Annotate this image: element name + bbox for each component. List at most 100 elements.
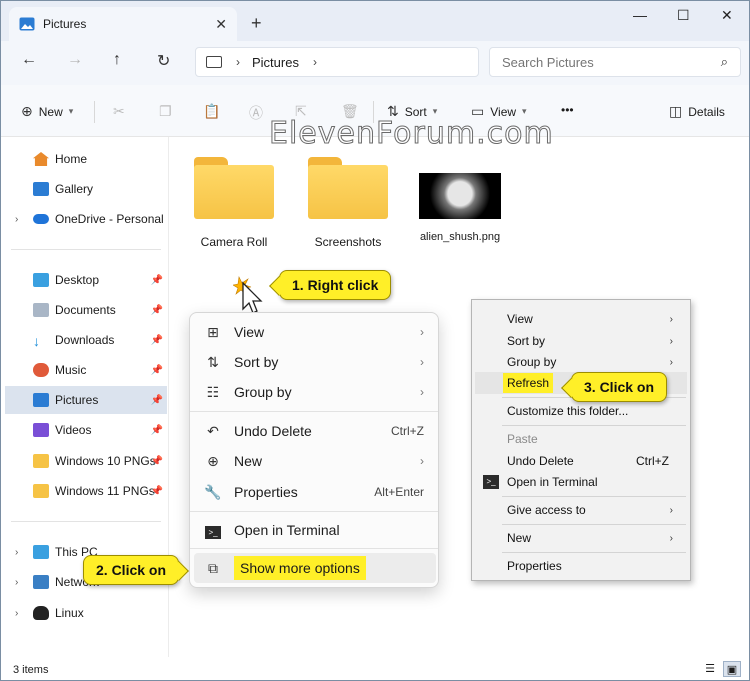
chevron-right-icon[interactable]: › [15, 214, 18, 225]
minimize-button[interactable]: — [633, 7, 647, 23]
classic-item-sort-by[interactable]: Sort by › [475, 330, 687, 352]
item-count: 3 items [13, 664, 49, 676]
menu-label: New [234, 453, 263, 469]
forward-arrow-icon[interactable]: → [67, 51, 83, 69]
sidebar-item-label: Home [55, 152, 88, 166]
sidebar-item-label: Downloads [55, 333, 115, 347]
copy-button[interactable]: ❐ [159, 103, 178, 120]
sidebar-item-pictures[interactable]: Pictures 📌 [5, 386, 167, 414]
menu-label: Customize this folder... [507, 404, 629, 418]
sidebar-item-desktop[interactable]: Desktop 📌 [5, 266, 167, 294]
sidebar-item-label: Desktop [55, 273, 100, 287]
pin-icon: 📌 [150, 274, 163, 286]
music-icon [33, 363, 49, 377]
sidebar-item-onedrive[interactable]: › OneDrive - Personal [5, 205, 167, 233]
menu-divider [502, 425, 686, 426]
chevron-right-icon[interactable]: › [15, 608, 18, 619]
classic-item-customize[interactable]: Customize this folder... [475, 400, 687, 422]
chevron-right-icon: › [420, 355, 424, 369]
sidebar-item-gallery[interactable]: Gallery [5, 175, 167, 203]
menu-label: Undo Delete [507, 454, 574, 468]
pictures-icon [19, 17, 35, 31]
image-file-item[interactable]: alien_shush.png [405, 157, 515, 243]
classic-item-group-by[interactable]: Group by › [475, 351, 687, 373]
close-tab-icon[interactable]: ✕ [215, 16, 227, 33]
search-box[interactable]: ⌕ [489, 47, 741, 77]
classic-item-open-terminal[interactable]: >_ Open in Terminal [475, 471, 687, 493]
new-tab-button[interactable]: + [251, 13, 262, 34]
chevron-right-icon: › [669, 504, 673, 516]
sidebar-item-windows11-pngs[interactable]: Windows 11 PNGs 📌 [5, 477, 167, 505]
context-menu: ⊞ View › ⇅ Sort by › ☷ Group by › ↶ Undo… [189, 312, 439, 588]
search-input[interactable] [502, 54, 721, 70]
more-options-button[interactable]: ••• [561, 103, 574, 117]
callout-click-on-show-more: 2. Click on [83, 555, 189, 585]
sidebar-item-label: OneDrive - Personal [55, 212, 164, 226]
menu-label: Show more options [234, 556, 366, 580]
sidebar-item-downloads[interactable]: ↓ Downloads 📌 [5, 326, 167, 354]
menu-label: Refresh [503, 373, 554, 393]
refresh-icon[interactable]: ↻ [157, 51, 170, 71]
sidebar-item-label: Linux [55, 606, 84, 620]
new-button[interactable]: ⊕ New ▾ [21, 103, 73, 120]
classic-item-paste[interactable]: Paste [475, 428, 687, 450]
sidebar-item-music[interactable]: Music 📌 [5, 356, 167, 384]
folder-item[interactable]: Screenshots [293, 157, 403, 249]
close-window-button[interactable]: ✕ [721, 7, 733, 24]
menu-item-group-by[interactable]: ☷ Group by › [194, 377, 436, 407]
chevron-down-icon: ▾ [68, 106, 74, 116]
sidebar-item-documents[interactable]: Documents 📌 [5, 296, 167, 324]
plus-circle-icon: ⊕ [207, 452, 219, 469]
classic-item-undo-delete[interactable]: Undo Delete Ctrl+Z [475, 450, 687, 472]
menu-item-view[interactable]: ⊞ View › [194, 317, 436, 347]
download-icon: ↓ [33, 333, 40, 349]
videos-icon [33, 423, 49, 437]
sidebar-divider [11, 249, 161, 250]
classic-item-view[interactable]: View › [475, 308, 687, 330]
details-view-icon[interactable]: ☰ [701, 661, 719, 677]
chevron-right-icon[interactable]: › [15, 547, 18, 558]
wrench-icon: 🔧 [204, 483, 222, 500]
menu-item-new[interactable]: ⊕ New › [194, 446, 436, 476]
menu-item-undo-delete[interactable]: ↶ Undo Delete Ctrl+Z [194, 416, 436, 446]
pictures-icon [33, 393, 49, 407]
chevron-right-icon: › [669, 532, 673, 544]
details-button[interactable]: ◫ Details [669, 103, 725, 120]
breadcrumb-pictures[interactable]: Pictures [252, 55, 299, 70]
large-icons-view-icon[interactable]: ▣ [723, 661, 741, 677]
menu-divider [502, 524, 686, 525]
folder-item[interactable]: Camera Roll [179, 157, 289, 249]
tab-pictures[interactable]: Pictures ✕ [9, 7, 237, 41]
sidebar-item-videos[interactable]: Videos 📌 [5, 416, 167, 444]
sidebar-item-label: Music [55, 363, 87, 377]
sidebar-item-windows10-pngs[interactable]: Windows 10 PNGs 📌 [5, 447, 167, 475]
image-thumbnail [419, 173, 501, 219]
classic-item-give-access[interactable]: Give access to › [475, 499, 687, 521]
classic-item-properties[interactable]: Properties [475, 555, 687, 577]
cut-button[interactable]: ✂ [113, 103, 131, 120]
sidebar-item-label: Windows 11 PNGs [55, 484, 155, 498]
breadcrumb-chevron-icon[interactable]: › [236, 55, 240, 69]
menu-label: Sort by [507, 334, 546, 348]
sidebar-item-home[interactable]: Home [5, 145, 167, 173]
sidebar-item-linux[interactable]: › Linux [5, 599, 167, 627]
up-arrow-icon[interactable]: ↑ [113, 51, 121, 69]
layout-toggle: ☰ ▣ [701, 661, 741, 677]
menu-item-open-terminal[interactable]: >_ Open in Terminal [194, 515, 436, 545]
menu-label: View [507, 312, 533, 326]
chevron-right-icon[interactable]: › [15, 577, 18, 588]
menu-item-properties[interactable]: 🔧 Properties Alt+Enter [194, 477, 436, 507]
classic-item-new[interactable]: New › [475, 527, 687, 549]
menu-item-show-more-options[interactable]: ⧉ Show more options [194, 553, 436, 583]
rename-button[interactable]: Ⓐ [249, 103, 269, 123]
maximize-button[interactable]: ☐ [677, 7, 690, 24]
breadcrumb-chevron-icon[interactable]: › [313, 55, 317, 69]
paste-button[interactable]: 📋 [203, 103, 226, 120]
open-external-icon: ⧉ [208, 559, 218, 576]
pin-icon: 📌 [150, 334, 163, 346]
this-pc-icon [33, 545, 49, 559]
address-bar[interactable]: › Pictures › [195, 47, 479, 77]
back-arrow-icon[interactable]: ← [21, 51, 37, 69]
menu-item-sort-by[interactable]: ⇅ Sort by › [194, 347, 436, 377]
details-pane-icon: ◫ [669, 103, 683, 119]
